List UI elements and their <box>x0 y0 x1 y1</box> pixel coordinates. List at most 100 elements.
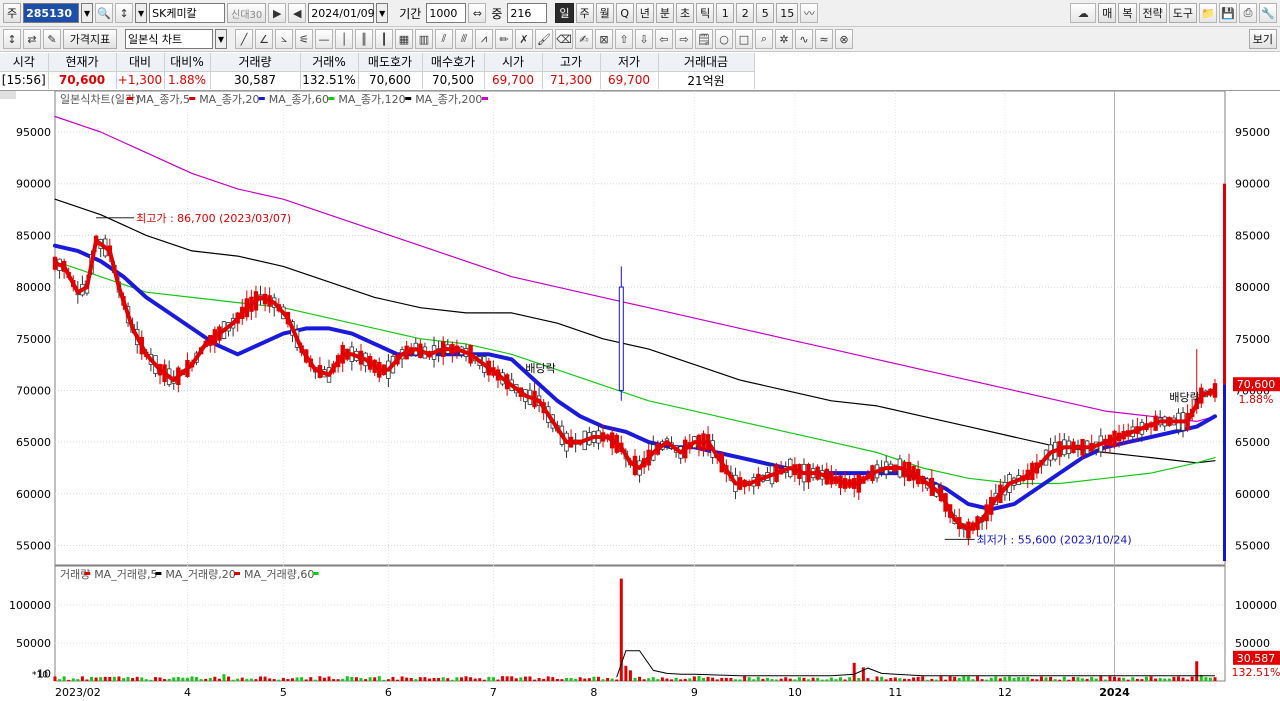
back-icon[interactable]: ◀ <box>288 3 307 23</box>
volume-bar <box>884 679 888 681</box>
indicator-button[interactable]: 가격지표 <box>63 29 117 49</box>
search-icon[interactable]: 🔍 <box>95 3 114 23</box>
legend-swatch <box>258 97 265 100</box>
interval-15-button[interactable]: 15 <box>776 3 799 23</box>
arrow-down-icon[interactable]: ⇩ <box>635 29 653 49</box>
volume-bar <box>784 677 788 681</box>
price-chart[interactable]: 95000 95000 90000 90000 85000 85000 80000 80000… <box>0 90 1280 701</box>
brush-icon[interactable]: 🖌 <box>535 29 553 49</box>
arrow-up-icon[interactable]: ⇧ <box>615 29 633 49</box>
volume-bar <box>1195 661 1199 681</box>
channel-icon[interactable]: ⫽ <box>435 29 453 49</box>
cycle-lines-icon[interactable]: ┃ <box>375 29 393 49</box>
bars-icon[interactable]: ▥ <box>415 29 433 49</box>
code-dropdown-icon[interactable]: ▼ <box>81 3 94 23</box>
quote-header-11: 거래대금 <box>658 53 755 72</box>
trendline-icon[interactable]: ╱ <box>235 29 253 49</box>
multi-vline-icon[interactable]: ║ <box>355 29 373 49</box>
mid-input[interactable]: 216 <box>507 3 548 23</box>
stock-code-input[interactable]: 285130 <box>23 3 80 23</box>
sort-icon[interactable]: ↕ <box>115 3 134 23</box>
date-dropdown-icon[interactable]: ▼ <box>376 3 389 23</box>
settings-icon[interactable]: ✎ <box>43 29 61 49</box>
interval-2-button[interactable]: 2 <box>736 3 755 23</box>
view-button[interactable]: 보기 <box>1248 29 1277 49</box>
vline-icon[interactable]: │ <box>335 29 353 49</box>
period-input[interactable]: 1000 <box>426 3 467 23</box>
print-icon[interactable]: ⎙ <box>1239 3 1257 23</box>
tools-button[interactable]: 도구 <box>1168 3 1197 23</box>
strategy-button[interactable]: 전략 <box>1138 3 1167 23</box>
period-day-button[interactable]: 일 <box>555 3 574 23</box>
angle2-icon[interactable]: ⦣ <box>275 29 293 49</box>
volume-bar <box>1039 676 1043 681</box>
folder-icon[interactable]: 📁 <box>1199 3 1217 23</box>
cloud-icon[interactable]: ☁ <box>1070 3 1097 23</box>
magic-icon[interactable]: ✲ <box>775 29 793 49</box>
volume-bar <box>596 676 600 681</box>
volume-bar <box>1186 679 1190 681</box>
range-bar-up <box>1223 183 1226 385</box>
volume-bar <box>76 679 80 681</box>
fan-icon[interactable]: ⚟ <box>295 29 313 49</box>
volume-bar <box>1122 677 1126 681</box>
clear-all-icon[interactable]: ⊗ <box>835 29 853 49</box>
volume-bar <box>674 677 678 681</box>
play-icon[interactable]: ▶ <box>268 3 287 23</box>
volume-bar <box>893 677 897 681</box>
history-dropdown-icon[interactable]: ▼ <box>135 3 148 23</box>
hline-icon[interactable]: — <box>315 29 333 49</box>
period-tick-button[interactable]: 틱 <box>696 3 715 23</box>
volume-bar <box>775 679 779 681</box>
wave-icon[interactable]: 〰 <box>800 3 819 23</box>
wrench-icon[interactable]: 🔧 <box>1259 3 1277 23</box>
volume-bar <box>953 676 957 681</box>
interval-5-button[interactable]: 5 <box>756 3 775 23</box>
angle-icon[interactable]: ∠ <box>255 29 273 49</box>
restore-button[interactable]: 복 <box>1118 3 1137 23</box>
cross-icon[interactable]: ✗ <box>515 29 533 49</box>
arrow-left-right-icon[interactable]: ⇄ <box>23 29 41 49</box>
grid-icon[interactable]: ▦ <box>395 29 413 49</box>
range-icon[interactable]: ⇔ <box>468 3 487 23</box>
pitchfork-icon[interactable]: ⩘ <box>475 29 493 49</box>
volume-bar <box>587 678 591 681</box>
volume-bar <box>765 677 769 681</box>
legend-swatch <box>234 572 240 575</box>
chart-type-select[interactable]: 일본식 차트 <box>125 29 213 49</box>
period-quarter-button[interactable]: Q <box>615 3 634 23</box>
volume-bar <box>729 678 733 681</box>
volume-bar <box>733 679 737 681</box>
save-icon[interactable]: 💾 <box>1219 3 1237 23</box>
arrow-right-icon[interactable]: ⇨ <box>675 29 693 49</box>
period-month-button[interactable]: 월 <box>595 3 614 23</box>
pencil-icon[interactable]: ✏ <box>495 29 513 49</box>
zoom-icon[interactable]: ⌕ <box>755 29 773 49</box>
rect-icon[interactable]: □ <box>735 29 753 49</box>
period-second-button[interactable]: 초 <box>676 3 695 23</box>
volume-bar <box>907 678 911 681</box>
period-minute-button[interactable]: 분 <box>655 3 675 23</box>
market-selector[interactable]: 주 <box>3 3 22 23</box>
wave-tool-icon[interactable]: ∿ <box>795 29 813 49</box>
wave2-tool-icon[interactable]: ≈ <box>815 29 833 49</box>
volume-bar <box>368 677 372 681</box>
current-vol-pct-label: 132.51% <box>1232 666 1280 679</box>
note-icon[interactable]: 🗒 <box>695 29 713 49</box>
period-year-button[interactable]: 년 <box>635 3 654 23</box>
parallel-icon[interactable]: ⫻ <box>455 29 473 49</box>
arrow-left-icon[interactable]: ⇦ <box>655 29 673 49</box>
volume-bar <box>208 677 212 681</box>
chart-type-dropdown-icon[interactable]: ▼ <box>215 29 227 49</box>
period-week-button[interactable]: 주 <box>575 3 594 23</box>
eraser-icon[interactable]: ⌫ <box>555 29 573 49</box>
volume-bar <box>711 677 715 681</box>
arrow-up-down-icon[interactable]: ↕ <box>3 29 21 49</box>
interval-1-button[interactable]: 1 <box>716 3 735 23</box>
credit-button[interactable]: 신대30 <box>227 3 267 23</box>
buy-button[interactable]: 매 <box>1098 3 1117 23</box>
edit-icon[interactable]: ✍ <box>575 29 593 49</box>
date-input[interactable]: 2024/01/09 <box>308 3 375 23</box>
delete-icon[interactable]: ⊠ <box>595 29 613 49</box>
circle-icon[interactable]: ○ <box>715 29 733 49</box>
